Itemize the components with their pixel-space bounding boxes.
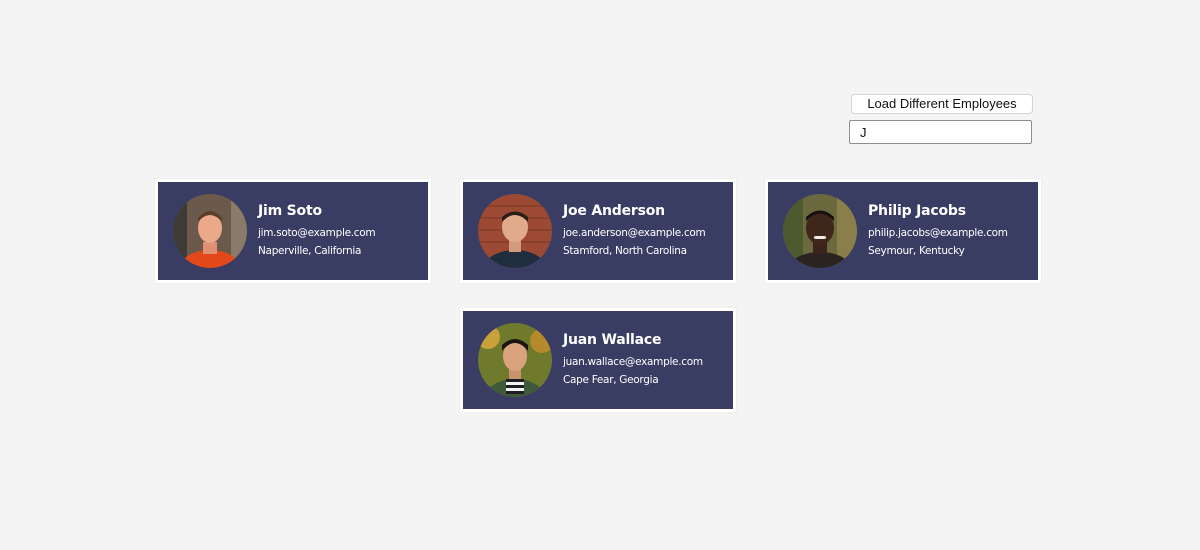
employee-info: Jim Soto jim.soto@example.com Naperville… — [258, 202, 376, 260]
employee-card[interactable]: Joe Anderson joe.anderson@example.com St… — [460, 179, 736, 283]
employee-location: Seymour, Kentucky — [868, 244, 965, 257]
avatar — [783, 194, 857, 268]
avatar — [173, 194, 247, 268]
employee-info: Joe Anderson joe.anderson@example.com St… — [563, 202, 706, 260]
employee-controls: Load Different Employees — [849, 94, 1033, 144]
employee-name: Jim Soto — [258, 202, 322, 219]
avatar — [478, 323, 552, 397]
person-photo-icon — [173, 194, 247, 268]
employee-card[interactable]: Juan Wallace juan.wallace@example.com Ca… — [460, 308, 736, 412]
avatar — [478, 194, 552, 268]
person-photo-icon — [478, 194, 552, 268]
employee-email: jim.soto@example.com — [258, 226, 376, 239]
employee-location: Stamford, North Carolina — [563, 244, 687, 257]
name-filter-input[interactable] — [849, 120, 1032, 144]
employee-name: Philip Jacobs — [868, 202, 966, 219]
employee-info: Juan Wallace juan.wallace@example.com Ca… — [563, 332, 703, 389]
employee-name: Joe Anderson — [563, 202, 665, 219]
employee-card[interactable]: Jim Soto jim.soto@example.com Naperville… — [155, 179, 431, 283]
employee-location: Cape Fear, Georgia — [563, 373, 659, 386]
employee-email: joe.anderson@example.com — [563, 226, 706, 239]
employee-name: Juan Wallace — [563, 331, 662, 348]
employee-card[interactable]: Philip Jacobs philip.jacobs@example.com … — [765, 179, 1041, 283]
person-photo-icon — [478, 323, 552, 397]
person-photo-icon — [783, 194, 857, 268]
employee-email: juan.wallace@example.com — [563, 355, 703, 368]
load-different-employees-button[interactable]: Load Different Employees — [851, 94, 1033, 114]
employee-info: Philip Jacobs philip.jacobs@example.com … — [868, 203, 1008, 260]
employee-email: philip.jacobs@example.com — [868, 226, 1008, 239]
employee-location: Naperville, California — [258, 244, 362, 257]
